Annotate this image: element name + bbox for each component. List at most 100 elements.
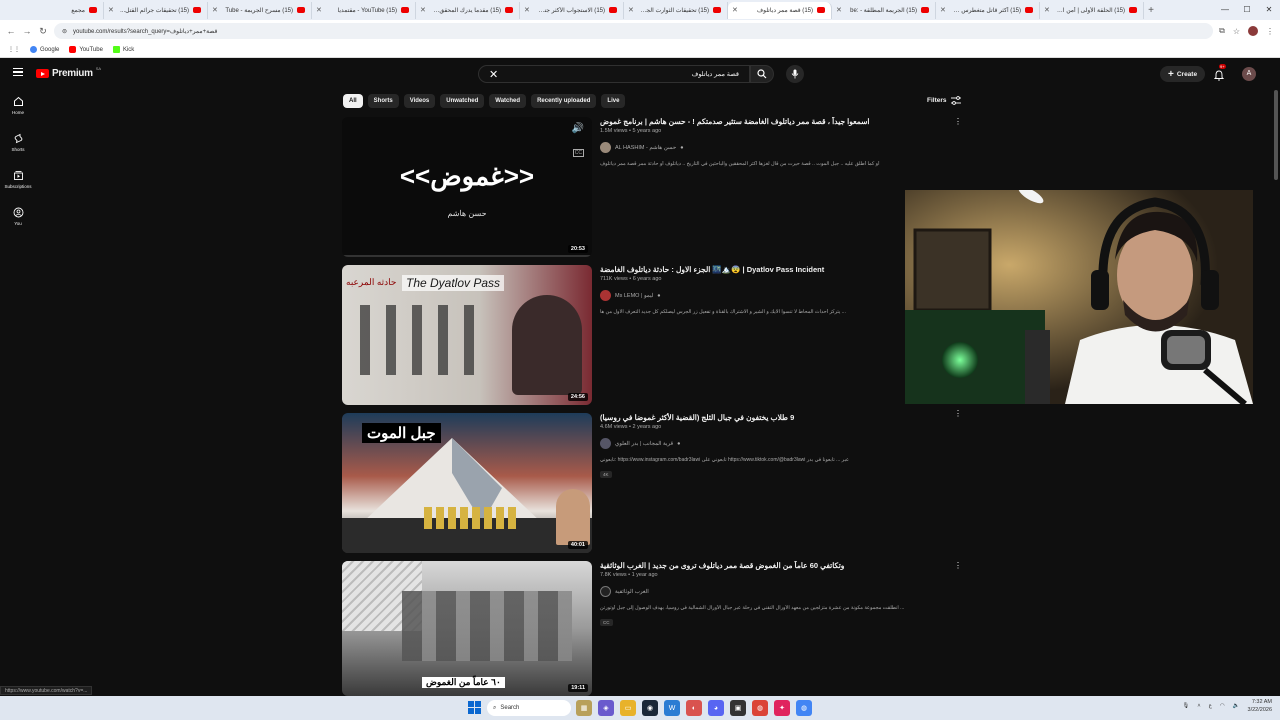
browser-tab[interactable]: (15) الاستجواب الأكثر جنوناً... ✕	[520, 1, 624, 19]
video-result[interactable]: ٦٠ عاماً من الغموض 19:11 وتكاتفي 60 عاما…	[342, 561, 962, 696]
close-window-icon[interactable]: ✕	[1258, 0, 1280, 20]
video-result[interactable]: جبل الموت 40:01 9 طلاب يختفون في جبال ال…	[342, 409, 962, 553]
chip-live[interactable]: Live	[601, 94, 626, 108]
channel-link[interactable]: AL HASHIM - حسن هاشم ●	[600, 142, 945, 153]
video-title[interactable]: اسمعوا جيداً ، قصة ممر دياتلوف الغامضة س…	[600, 117, 945, 127]
chrome-icon[interactable]: ◍	[752, 700, 768, 716]
new-tab-button[interactable]: +	[1144, 5, 1158, 16]
reload-icon[interactable]: ↻	[38, 26, 48, 37]
back-icon[interactable]: ←	[6, 26, 16, 36]
chip-watched[interactable]: Watched	[489, 94, 527, 108]
video-thumbnail[interactable]: جبل الموت 40:01	[342, 413, 592, 553]
browser-tab-active[interactable]: (15) قصة ممر دياتلوف ✕	[728, 1, 832, 19]
close-tab-icon[interactable]: ✕	[836, 6, 842, 14]
taskbar-clock[interactable]: 7:32 AM 3/22/2026	[1248, 698, 1272, 714]
microphone-icon[interactable]: 🎙	[1182, 703, 1189, 709]
copilot-icon[interactable]: ◈	[598, 700, 614, 716]
browser-tab[interactable]: (15) الحلقة الأولى | أمن ال... ✕	[1040, 1, 1144, 19]
video-result[interactable]: <<غموض>> حسن هاشم 🔊 CC 20:53 اسمعوا جيدا…	[342, 117, 962, 257]
close-tab-icon[interactable]: ✕	[316, 6, 322, 14]
windows-start-icon[interactable]	[468, 701, 481, 714]
sidebar-item-subscriptions[interactable]: Subscriptions	[0, 166, 36, 203]
chip-videos[interactable]: Videos	[403, 94, 436, 108]
browser-tab[interactable]: (15) YouTube - مقتمديا ✕	[312, 1, 416, 19]
scrollbar-thumb[interactable]	[1274, 90, 1278, 180]
wifi-icon[interactable]: ◠	[1220, 703, 1225, 709]
youtube-logo[interactable]: Premium SA	[36, 66, 101, 79]
video-thumbnail[interactable]: The Dyatlov Pass حادثه المرعبه 24:56	[342, 265, 592, 405]
channel-link[interactable]: قرية المجانب | بدر العلوي ●	[600, 438, 945, 449]
terminal-icon[interactable]: ▣	[730, 700, 746, 716]
browser-tab[interactable]: (15) تحقيقات جرائم القتل... ✕	[104, 1, 208, 19]
more-options-icon[interactable]: ⋮	[954, 117, 962, 126]
sidebar-item-shorts[interactable]: Shorts	[0, 129, 36, 166]
close-tab-icon[interactable]: ✕	[1044, 6, 1050, 14]
maximize-icon[interactable]: ☐	[1236, 0, 1258, 20]
minimize-icon[interactable]: —	[1214, 0, 1236, 20]
bookmark-google[interactable]: Google	[30, 46, 59, 53]
browser-tab[interactable]: مجمع	[0, 1, 104, 19]
close-tab-icon[interactable]: ✕	[420, 6, 426, 14]
voice-search-button[interactable]	[786, 65, 804, 83]
browser-tab[interactable]: (15) تحقيقات الثوارت الجنا... ✕	[624, 1, 728, 19]
chevron-up-icon[interactable]: ˄	[1197, 703, 1200, 709]
chip-all[interactable]: All	[343, 94, 363, 108]
discord-icon[interactable]: ◕	[708, 700, 724, 716]
chrome-icon[interactable]: ◍	[796, 700, 812, 716]
sidebar-item-home[interactable]: Home	[0, 92, 36, 129]
browser-tab[interactable]: (15) مسرح الجريمة - Tube ✕	[208, 1, 312, 19]
video-title[interactable]: 9 طلاب يختفون في جبال الثلج (القضية الأك…	[600, 413, 945, 423]
chip-shorts[interactable]: Shorts	[367, 94, 399, 108]
clear-search-icon[interactable]: ✕	[489, 68, 498, 81]
search-input[interactable]: قصة ممر دياتلوف ✕	[478, 65, 750, 83]
notifications-button[interactable]: 9+	[1213, 64, 1226, 86]
video-result[interactable]: The Dyatlov Pass حادثه المرعبه 24:56 Dya…	[342, 265, 962, 405]
input-language[interactable]: ع	[1209, 703, 1212, 709]
word-icon[interactable]: W	[664, 700, 680, 716]
browser-tab[interactable]: (15) الجريمة المطلقة - :be ✕	[832, 1, 936, 19]
speaker-icon[interactable]: 🔈	[1233, 703, 1240, 709]
browser-tab[interactable]: (15) مقدما يدرك المحقق أن... ✕	[416, 1, 520, 19]
more-options-icon[interactable]: ⋮	[954, 561, 962, 570]
video-title[interactable]: Dyatlov Pass Incident | 😨🏔️🌃 الجزء الاول…	[600, 265, 945, 275]
more-options-icon[interactable]: ⋮	[954, 409, 962, 418]
close-tab-icon[interactable]: ✕	[212, 6, 218, 14]
bookmark-kick[interactable]: Kick	[112, 46, 134, 53]
close-tab-icon[interactable]: ✕	[524, 6, 530, 14]
menu-hamburger-icon[interactable]	[13, 68, 23, 76]
channel-link[interactable]: Ms LEMO | ليمو ●	[600, 290, 945, 301]
close-tab-icon[interactable]: ✕	[732, 6, 738, 14]
chip-unwatched[interactable]: Unwatched	[440, 94, 485, 108]
video-title[interactable]: وتكاتفي 60 عاماً من الغموض قصة ممر دياتل…	[600, 561, 945, 571]
account-avatar[interactable]: A	[1242, 67, 1256, 81]
page-scrollbar[interactable]	[1272, 88, 1280, 696]
address-bar[interactable]: ⊜ youtube.com/results?search_query=قصة+م…	[54, 23, 1214, 39]
profile-avatar[interactable]	[1248, 26, 1258, 36]
steam-icon[interactable]: ◉	[642, 700, 658, 716]
forward-icon[interactable]: →	[22, 26, 32, 36]
install-app-icon[interactable]: ⧉	[1219, 26, 1225, 36]
filters-button[interactable]: Filters	[927, 96, 961, 105]
search-button[interactable]	[750, 65, 774, 83]
app-icon[interactable]: ✦	[774, 700, 790, 716]
chip-recently-uploaded[interactable]: Recently uploaded	[531, 94, 597, 108]
bookmark-star-icon[interactable]: ☆	[1233, 27, 1240, 36]
apps-grid-icon[interactable]: ⋮⋮	[8, 46, 20, 53]
captions-icon[interactable]: CC	[572, 149, 584, 157]
site-info-icon[interactable]: ⊜	[62, 28, 67, 35]
sidebar-item-you[interactable]: You	[0, 203, 36, 240]
file-explorer-icon[interactable]: ▭	[620, 700, 636, 716]
browser-menu-icon[interactable]: ⋮	[1266, 27, 1274, 36]
browser-tab[interactable]: (15) أكثر قاتل متغطرس بال... ✕	[936, 1, 1040, 19]
volume-icon[interactable]: 🔊	[572, 123, 584, 134]
close-tab-icon[interactable]: ✕	[108, 6, 114, 14]
taskbar-search[interactable]: ⌕ Search	[487, 700, 571, 716]
close-tab-icon[interactable]: ✕	[940, 6, 946, 14]
close-tab-icon[interactable]: ✕	[628, 6, 634, 14]
video-thumbnail[interactable]: <<غموض>> حسن هاشم 🔊 CC 20:53	[342, 117, 592, 257]
bookmark-youtube[interactable]: YouTube	[69, 46, 103, 53]
app-icon[interactable]: ◐	[686, 700, 702, 716]
create-button[interactable]: + Create	[1160, 66, 1206, 82]
channel-link[interactable]: الغرب الوثائقية	[600, 586, 945, 597]
widgets-icon[interactable]: ▦	[576, 700, 592, 716]
